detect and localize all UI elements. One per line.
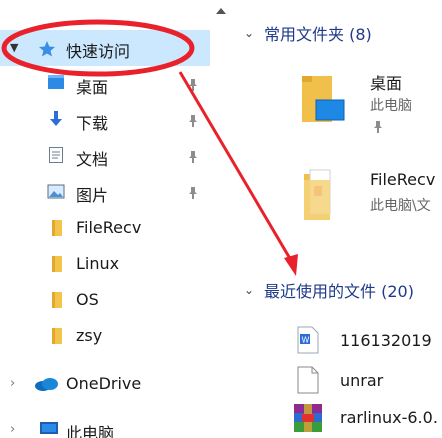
svg-text:W: W (302, 336, 310, 345)
nav-scrollbar[interactable] (210, 0, 234, 438)
word-doc-icon: W (297, 326, 319, 354)
folder-icon (304, 169, 331, 220)
nav-label: Linux (76, 254, 120, 273)
nav-label: FileRecv (76, 218, 142, 237)
folder-tile-filerecv[interactable]: FileRecv 此电脑\文 (284, 162, 442, 242)
pictures-icon (47, 184, 65, 199)
folder-icon (52, 256, 62, 272)
chevron-right-icon[interactable]: › (10, 422, 15, 437)
nav-label-onedrive: OneDrive (66, 374, 142, 393)
chevron-down-icon[interactable]: ⌄ (234, 26, 264, 40)
nav-label-quick-access: 快速访问 (66, 42, 131, 61)
nav-label: 桌面 (76, 78, 109, 97)
tile-location: 此电脑\文 (370, 198, 431, 214)
group-title: 常用文件夹 (8) (264, 25, 372, 44)
recent-file-row[interactable]: unrar (234, 362, 442, 398)
recent-file-row[interactable]: rarlinux-6.0. (234, 400, 442, 436)
desktop-icon (48, 75, 64, 89)
pin-icon[interactable] (188, 186, 198, 200)
document-icon (49, 147, 63, 163)
star-icon (39, 41, 55, 57)
nav-label: zsy (76, 326, 103, 345)
navigation-pane: ▼ 快速访问 桌面 下载 文档 图片 FileRecv Linux OS zsy… (0, 0, 210, 438)
file-name: rarlinux-6.0. (340, 408, 438, 427)
nav-item-zsy[interactable]: zsy (0, 318, 210, 354)
pin-icon[interactable] (373, 120, 383, 134)
group-title: 最近使用的文件 (20) (264, 282, 414, 301)
desktop-folder-icon (302, 76, 345, 122)
nav-label: 文档 (76, 150, 109, 169)
nav-label: OS (76, 290, 99, 309)
computer-icon (40, 422, 58, 434)
nav-item-linux[interactable]: Linux (0, 246, 210, 282)
nav-item-documents[interactable]: 文档 (0, 138, 210, 174)
nav-label: 图片 (76, 186, 109, 205)
folder-icon (52, 220, 62, 236)
nav-item-quick-access[interactable]: ▼ 快速访问 (0, 30, 210, 66)
folder-icon (52, 292, 62, 308)
winrar-archive-icon (294, 404, 322, 432)
content-pane: ⌄ 常用文件夹 (8) 桌面 此电脑 FileRecv 此电脑\文 ⌄ 最近使用… (234, 0, 442, 438)
scroll-up-arrow-icon[interactable] (216, 8, 226, 14)
tile-title: FileRecv (370, 170, 436, 189)
nav-label: 下载 (76, 114, 109, 133)
nav-item-os[interactable]: OS (0, 282, 210, 318)
file-name: unrar (340, 371, 384, 390)
blank-file-icon (297, 366, 319, 394)
nav-item-desktop[interactable]: 桌面 (0, 66, 210, 102)
file-name: 116132019 (340, 331, 432, 350)
folder-icon (52, 328, 62, 344)
nav-label-this-pc: 此电脑 (66, 424, 115, 438)
pin-icon[interactable] (188, 150, 198, 164)
nav-item-this-pc[interactable]: › 此电脑 (0, 412, 210, 438)
chevron-down-icon[interactable]: ⌄ (234, 283, 264, 297)
group-header-recent-files[interactable]: ⌄ 最近使用的文件 (20) (234, 275, 414, 305)
nav-item-onedrive[interactable]: › OneDrive (0, 366, 210, 402)
cloud-icon (35, 378, 58, 391)
chevron-down-icon[interactable]: ▼ (10, 41, 18, 54)
tile-location: 此电脑 (370, 98, 412, 114)
pin-icon[interactable] (188, 114, 198, 128)
nav-item-filerecv[interactable]: FileRecv (0, 210, 210, 246)
group-header-frequent-folders[interactable]: ⌄ 常用文件夹 (8) (234, 18, 372, 48)
chevron-right-icon[interactable]: › (10, 376, 15, 391)
pin-icon[interactable] (188, 78, 198, 92)
recent-file-row[interactable]: W 116132019 (234, 322, 442, 358)
folder-tile-desktop[interactable]: 桌面 此电脑 (284, 62, 442, 142)
nav-item-pictures[interactable]: 图片 (0, 174, 210, 210)
tile-title: 桌面 (370, 74, 403, 93)
download-icon (50, 111, 62, 126)
nav-item-downloads[interactable]: 下载 (0, 102, 210, 138)
